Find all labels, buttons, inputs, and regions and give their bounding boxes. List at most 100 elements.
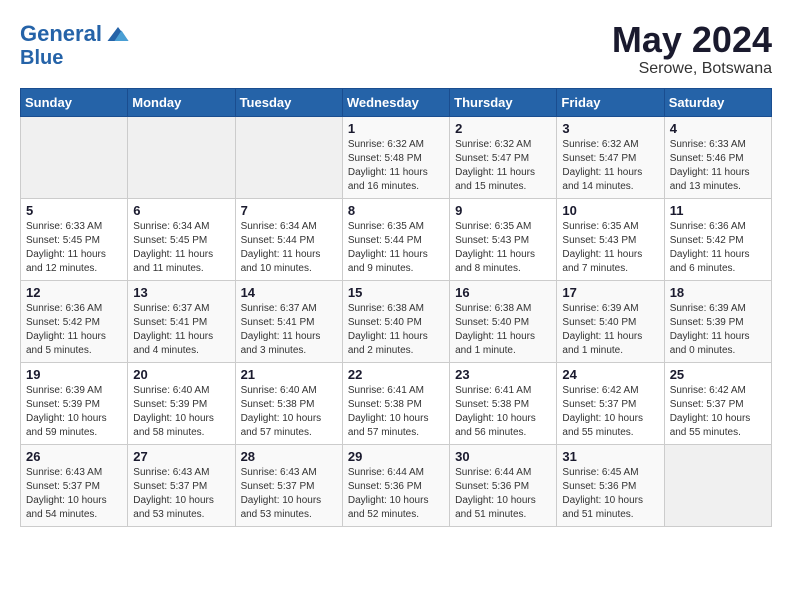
weekday-header: Monday [128, 88, 235, 116]
day-number: 31 [562, 449, 658, 464]
day-info: Sunrise: 6:35 AM Sunset: 5:43 PM Dayligh… [455, 220, 551, 276]
day-number: 24 [562, 367, 658, 382]
calendar-cell [21, 116, 128, 198]
day-number: 25 [670, 367, 766, 382]
calendar-cell: 19Sunrise: 6:39 AM Sunset: 5:39 PM Dayli… [21, 362, 128, 444]
day-info: Sunrise: 6:34 AM Sunset: 5:45 PM Dayligh… [133, 220, 229, 276]
day-number: 30 [455, 449, 551, 464]
day-info: Sunrise: 6:32 AM Sunset: 5:47 PM Dayligh… [562, 138, 658, 194]
day-number: 14 [241, 285, 337, 300]
day-number: 15 [348, 285, 444, 300]
calendar-cell: 2 Sunrise: 6:32 AM Sunset: 5:47 PM Daylig… [450, 116, 557, 198]
day-number: 8 [348, 203, 444, 218]
calendar-cell: 16 Sunrise: 6:38 AM Sunset: 5:40 PM Dayli… [450, 280, 557, 362]
day-info: Sunrise: 6:39 AM Sunset: 5:40 PM Dayligh… [562, 302, 658, 358]
calendar-cell: 7 Sunrise: 6:34 AM Sunset: 5:44 PM Daylig… [235, 198, 342, 280]
day-info: Sunrise: 6:39 AM Sunset: 5:39 PM Dayligh… [670, 302, 766, 358]
weekday-header: Friday [557, 88, 664, 116]
weekday-header: Saturday [664, 88, 771, 116]
day-info: Sunrise: 6:44 AM Sunset: 5:36 PM Dayligh… [455, 466, 551, 522]
weekday-header: Sunday [21, 88, 128, 116]
calendar-cell: 9 Sunrise: 6:35 AM Sunset: 5:43 PM Daylig… [450, 198, 557, 280]
day-number: 16 [455, 285, 551, 300]
day-info: Sunrise: 6:43 AM Sunset: 5:37 PM Dayligh… [241, 466, 337, 522]
day-info: Sunrise: 6:38 AM Sunset: 5:40 PM Dayligh… [455, 302, 551, 358]
day-number: 21 [241, 367, 337, 382]
weekday-header: Wednesday [342, 88, 449, 116]
day-info: Sunrise: 6:43 AM Sunset: 5:37 PM Dayligh… [133, 466, 229, 522]
day-info: Sunrise: 6:35 AM Sunset: 5:43 PM Dayligh… [562, 220, 658, 276]
day-number: 20 [133, 367, 229, 382]
calendar-cell: 18 Sunrise: 6:39 AM Sunset: 5:39 PM Dayli… [664, 280, 771, 362]
calendar-header-row: SundayMondayTuesdayWednesdayThursdayFrid… [21, 88, 772, 116]
day-info: Sunrise: 6:38 AM Sunset: 5:40 PM Dayligh… [348, 302, 444, 358]
day-info: Sunrise: 6:42 AM Sunset: 5:37 PM Dayligh… [670, 384, 766, 440]
day-number: 18 [670, 285, 766, 300]
day-info: Sunrise: 6:37 AM Sunset: 5:41 PM Dayligh… [241, 302, 337, 358]
calendar-cell: 22Sunrise: 6:41 AM Sunset: 5:38 PM Dayli… [342, 362, 449, 444]
calendar-cell: 13 Sunrise: 6:37 AM Sunset: 5:41 PM Dayli… [128, 280, 235, 362]
day-info: Sunrise: 6:43 AM Sunset: 5:37 PM Dayligh… [26, 466, 122, 522]
calendar-cell: 27Sunrise: 6:43 AM Sunset: 5:37 PM Dayli… [128, 444, 235, 526]
day-number: 28 [241, 449, 337, 464]
day-info: Sunrise: 6:45 AM Sunset: 5:36 PM Dayligh… [562, 466, 658, 522]
logo-icon [104, 20, 132, 48]
calendar-cell: 17 Sunrise: 6:39 AM Sunset: 5:40 PM Dayli… [557, 280, 664, 362]
calendar-cell: 3 Sunrise: 6:32 AM Sunset: 5:47 PM Daylig… [557, 116, 664, 198]
calendar-cell: 5Sunrise: 6:33 AM Sunset: 5:45 PM Daylig… [21, 198, 128, 280]
day-info: Sunrise: 6:36 AM Sunset: 5:42 PM Dayligh… [670, 220, 766, 276]
calendar-cell: 11 Sunrise: 6:36 AM Sunset: 5:42 PM Dayli… [664, 198, 771, 280]
weekday-header: Thursday [450, 88, 557, 116]
day-info: Sunrise: 6:34 AM Sunset: 5:44 PM Dayligh… [241, 220, 337, 276]
calendar-cell: 14 Sunrise: 6:37 AM Sunset: 5:41 PM Dayli… [235, 280, 342, 362]
calendar-cell: 31 Sunrise: 6:45 AM Sunset: 5:36 PM Dayli… [557, 444, 664, 526]
calendar-week-row: 5Sunrise: 6:33 AM Sunset: 5:45 PM Daylig… [21, 198, 772, 280]
day-number: 3 [562, 121, 658, 136]
day-info: Sunrise: 6:33 AM Sunset: 5:46 PM Dayligh… [670, 138, 766, 194]
day-number: 5 [26, 203, 122, 218]
calendar-week-row: 19Sunrise: 6:39 AM Sunset: 5:39 PM Dayli… [21, 362, 772, 444]
calendar-cell [664, 444, 771, 526]
calendar-table: SundayMondayTuesdayWednesdayThursdayFrid… [20, 88, 772, 527]
day-info: Sunrise: 6:40 AM Sunset: 5:38 PM Dayligh… [241, 384, 337, 440]
day-info: Sunrise: 6:32 AM Sunset: 5:48 PM Dayligh… [348, 138, 444, 194]
calendar-cell: 29Sunrise: 6:44 AM Sunset: 5:36 PM Dayli… [342, 444, 449, 526]
logo-blue-text: Blue [20, 48, 132, 68]
title-block: May 2024 Serowe, Botswana [612, 20, 772, 78]
calendar-week-row: 12Sunrise: 6:36 AM Sunset: 5:42 PM Dayli… [21, 280, 772, 362]
calendar-cell: 1 Sunrise: 6:32 AM Sunset: 5:48 PM Daylig… [342, 116, 449, 198]
day-number: 1 [348, 121, 444, 136]
day-number: 17 [562, 285, 658, 300]
calendar-cell: 24 Sunrise: 6:42 AM Sunset: 5:37 PM Dayli… [557, 362, 664, 444]
calendar-cell: 23Sunrise: 6:41 AM Sunset: 5:38 PM Dayli… [450, 362, 557, 444]
day-info: Sunrise: 6:35 AM Sunset: 5:44 PM Dayligh… [348, 220, 444, 276]
day-info: Sunrise: 6:32 AM Sunset: 5:47 PM Dayligh… [455, 138, 551, 194]
logo-text: General [20, 23, 102, 45]
calendar-cell: 12Sunrise: 6:36 AM Sunset: 5:42 PM Dayli… [21, 280, 128, 362]
day-number: 26 [26, 449, 122, 464]
day-info: Sunrise: 6:39 AM Sunset: 5:39 PM Dayligh… [26, 384, 122, 440]
calendar-cell: 10Sunrise: 6:35 AM Sunset: 5:43 PM Dayli… [557, 198, 664, 280]
day-number: 11 [670, 203, 766, 218]
day-number: 7 [241, 203, 337, 218]
day-number: 9 [455, 203, 551, 218]
day-number: 6 [133, 203, 229, 218]
calendar-cell: 8 Sunrise: 6:35 AM Sunset: 5:44 PM Daylig… [342, 198, 449, 280]
day-info: Sunrise: 6:41 AM Sunset: 5:38 PM Dayligh… [348, 384, 444, 440]
calendar-cell: 28 Sunrise: 6:43 AM Sunset: 5:37 PM Dayli… [235, 444, 342, 526]
calendar-cell: 15 Sunrise: 6:38 AM Sunset: 5:40 PM Dayli… [342, 280, 449, 362]
day-info: Sunrise: 6:42 AM Sunset: 5:37 PM Dayligh… [562, 384, 658, 440]
weekday-header: Tuesday [235, 88, 342, 116]
calendar-week-row: 1 Sunrise: 6:32 AM Sunset: 5:48 PM Daylig… [21, 116, 772, 198]
calendar-week-row: 26 Sunrise: 6:43 AM Sunset: 5:37 PM Dayli… [21, 444, 772, 526]
day-info: Sunrise: 6:37 AM Sunset: 5:41 PM Dayligh… [133, 302, 229, 358]
location-subtitle: Serowe, Botswana [612, 60, 772, 78]
day-number: 23 [455, 367, 551, 382]
calendar-cell: 6 Sunrise: 6:34 AM Sunset: 5:45 PM Daylig… [128, 198, 235, 280]
day-number: 2 [455, 121, 551, 136]
calendar-cell: 26 Sunrise: 6:43 AM Sunset: 5:37 PM Dayli… [21, 444, 128, 526]
day-number: 13 [133, 285, 229, 300]
page-header: General Blue May 2024 Serowe, Botswana [20, 20, 772, 78]
month-title: May 2024 [612, 20, 772, 60]
day-info: Sunrise: 6:36 AM Sunset: 5:42 PM Dayligh… [26, 302, 122, 358]
